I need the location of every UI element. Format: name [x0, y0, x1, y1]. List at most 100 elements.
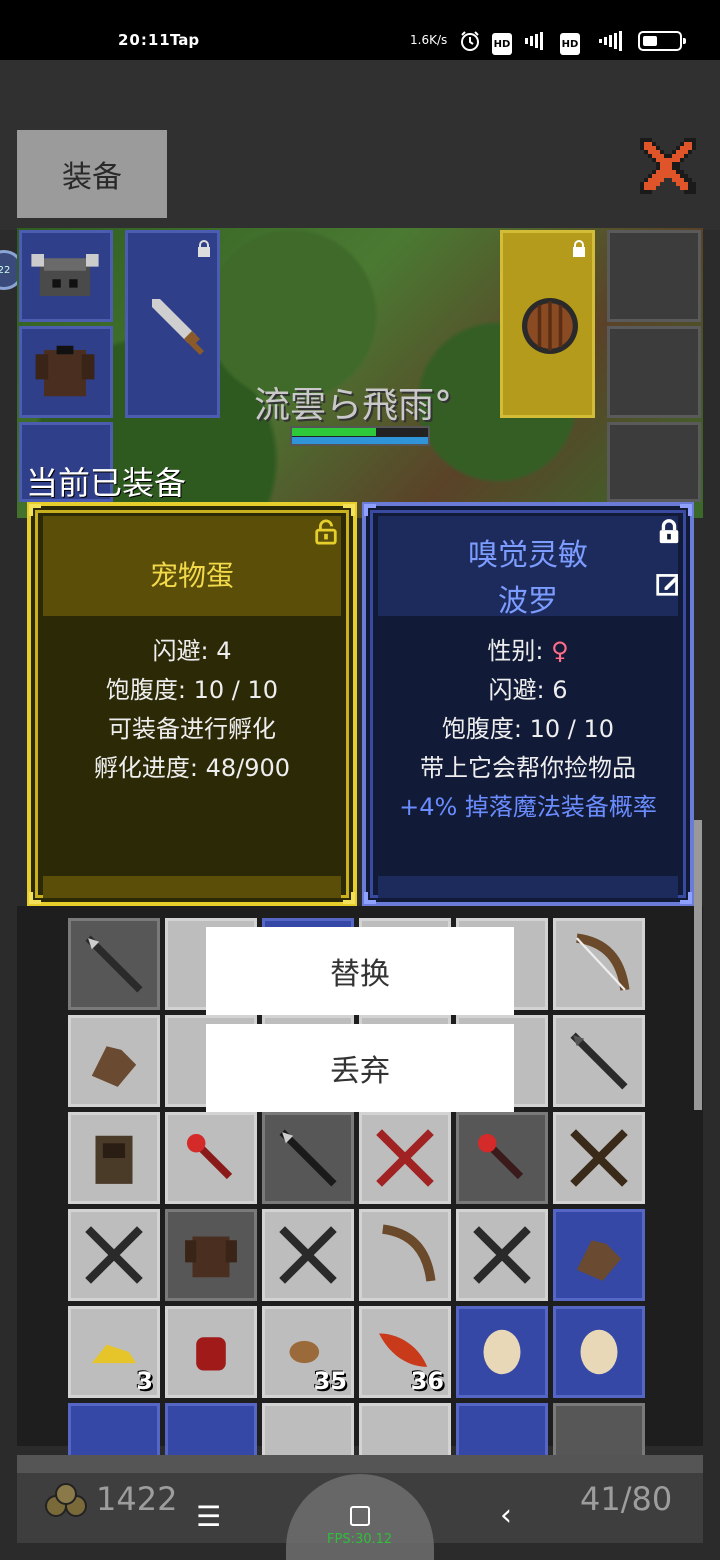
signal-icon [592, 30, 628, 52]
hd-icon: HD [492, 33, 512, 55]
inventory-slot[interactable] [553, 1306, 645, 1398]
helmet-icon [31, 254, 99, 296]
crossed-daggers-icon [85, 1226, 143, 1284]
inventory-slot[interactable] [359, 1209, 451, 1301]
item-count: 3 [136, 1367, 153, 1395]
inventory-slot[interactable] [165, 1306, 257, 1398]
corner-ornament-icon [680, 892, 692, 904]
glove-icon [576, 1240, 622, 1281]
item-title-line2: 波罗 [498, 584, 558, 619]
inventory-slot[interactable] [553, 1112, 645, 1204]
replace-button[interactable]: 替换 [206, 927, 514, 1015]
tab-equipment[interactable]: 装备 [17, 130, 167, 218]
inventory-slot[interactable] [68, 1112, 160, 1204]
stat-line: 饱腹度: 10 / 10 [105, 676, 279, 704]
ring-slot-2[interactable] [607, 326, 701, 418]
stat-line: 可装备进行孵化 [108, 715, 276, 743]
pet-egg-icon [483, 1329, 521, 1375]
crossed-daggers-icon [279, 1226, 337, 1284]
inventory-slot[interactable] [165, 1209, 257, 1301]
inventory-slot[interactable] [68, 1015, 160, 1107]
wand-icon [186, 1133, 233, 1180]
red-potion-icon [196, 1337, 226, 1371]
mp-fill [292, 437, 428, 444]
inventory-slot[interactable] [68, 1209, 160, 1301]
inventory-slot[interactable]: 3 [68, 1306, 160, 1398]
stat-line: 闪避: 4 [152, 637, 232, 665]
corner-ornament-icon [680, 504, 692, 516]
hp-fill [292, 428, 377, 436]
gold-amount: 1422 [96, 1480, 178, 1518]
corner-ornament-icon [343, 892, 355, 904]
gender-line: 性别: ♀ [366, 632, 690, 671]
inventory-slot[interactable] [553, 1015, 645, 1107]
sword-icon [152, 299, 204, 355]
rename-edit-icon[interactable] [656, 572, 680, 596]
discard-button[interactable]: 丢弃 [206, 1024, 514, 1112]
inventory-slot[interactable] [553, 1209, 645, 1301]
spear-icon [570, 1032, 628, 1090]
item-title: 宠物蛋 [149, 559, 234, 592]
inventory-slot[interactable] [456, 1306, 548, 1398]
bow-icon [382, 1224, 436, 1282]
pet-egg-icon [580, 1329, 618, 1375]
inventory-scrollbar[interactable] [694, 820, 702, 1110]
alarm-icon [458, 30, 482, 52]
close-x-icon[interactable] [636, 134, 700, 198]
gold-coins-icon [45, 1483, 87, 1517]
stat-line: 饱腹度: 10 / 10 [441, 715, 615, 743]
ring-slot-3[interactable] [607, 422, 701, 502]
card-footer [43, 876, 341, 898]
status-app-name: Tap [170, 31, 200, 49]
inventory-slot[interactable] [262, 1209, 354, 1301]
hd-icon: HD [560, 33, 580, 55]
corner-ornament-icon [343, 504, 355, 516]
equipped-item-card: 宠物蛋 闪避: 4 饱腹度: 10 / 10 可装备进行孵化 孵化进度: 48/… [27, 502, 357, 906]
corner-ornament-icon [29, 504, 41, 516]
stat-line: 带上它会帮你捡物品 [420, 754, 636, 782]
shield-icon [522, 298, 578, 354]
armor-icon [35, 345, 95, 397]
player-health-bar [290, 426, 430, 446]
item-stats: 闪避: 4 饱腹度: 10 / 10 可装备进行孵化 孵化进度: 48/900 [31, 632, 353, 788]
inventory-slot[interactable] [68, 918, 160, 1010]
current-equipped-label: 当前已装备 [26, 464, 187, 502]
ring-slot-1[interactable] [607, 230, 701, 322]
crossed-daggers-icon [376, 1129, 434, 1187]
gender-label: 性别: [487, 637, 552, 665]
game-screen: 20:11 Tap 1.6K/s HD HD 装备 22 流雲ら飛雨° 当前已装… [0, 0, 720, 1560]
inventory-slot[interactable]: 35 [262, 1306, 354, 1398]
inventory-slot[interactable] [456, 1209, 548, 1301]
player-name: 流雲ら飛雨° [254, 385, 453, 426]
home-square-icon [350, 1506, 370, 1526]
glove-icon [91, 1046, 137, 1087]
lock-icon [573, 240, 585, 257]
weapon-slot[interactable] [125, 230, 220, 418]
status-time: 20:11 [118, 31, 171, 49]
corner-ornament-icon [29, 892, 41, 904]
item-stats: 性别: ♀ 闪避: 6 饱腹度: 10 / 10 带上它会帮你捡物品 +4% 掉… [366, 632, 690, 827]
crossed-daggers-icon [473, 1226, 531, 1284]
inventory-slot[interactable] [553, 918, 645, 1010]
fps-counter: FPS:30.12 [327, 1532, 393, 1547]
inventory-slot[interactable]: 36 [359, 1306, 451, 1398]
armor-icon [185, 1236, 237, 1278]
inventory-slot[interactable] [456, 1112, 548, 1204]
stat-line: 闪避: 6 [488, 676, 568, 704]
item-count: 36 [410, 1367, 444, 1395]
inventory-slot[interactable] [165, 1112, 257, 1204]
lock-icon [198, 240, 210, 257]
wand-icon [477, 1133, 524, 1180]
inventory-slot[interactable] [359, 1112, 451, 1204]
nav-back-icon[interactable]: ‹ [500, 1498, 512, 1533]
offhand-slot[interactable] [500, 230, 595, 418]
status-net-speed: 1.6K/s [410, 33, 448, 47]
spear-icon [85, 935, 143, 993]
helmet-slot[interactable] [19, 230, 113, 322]
corner-ornament-icon [364, 504, 376, 516]
inventory-slot[interactable] [262, 1112, 354, 1204]
nav-menu-icon[interactable]: ☰ [196, 1500, 221, 1533]
item-count: 35 [313, 1367, 347, 1395]
status-bar: 20:11 Tap 1.6K/s HD HD [0, 0, 720, 60]
armor-slot[interactable] [19, 326, 113, 418]
